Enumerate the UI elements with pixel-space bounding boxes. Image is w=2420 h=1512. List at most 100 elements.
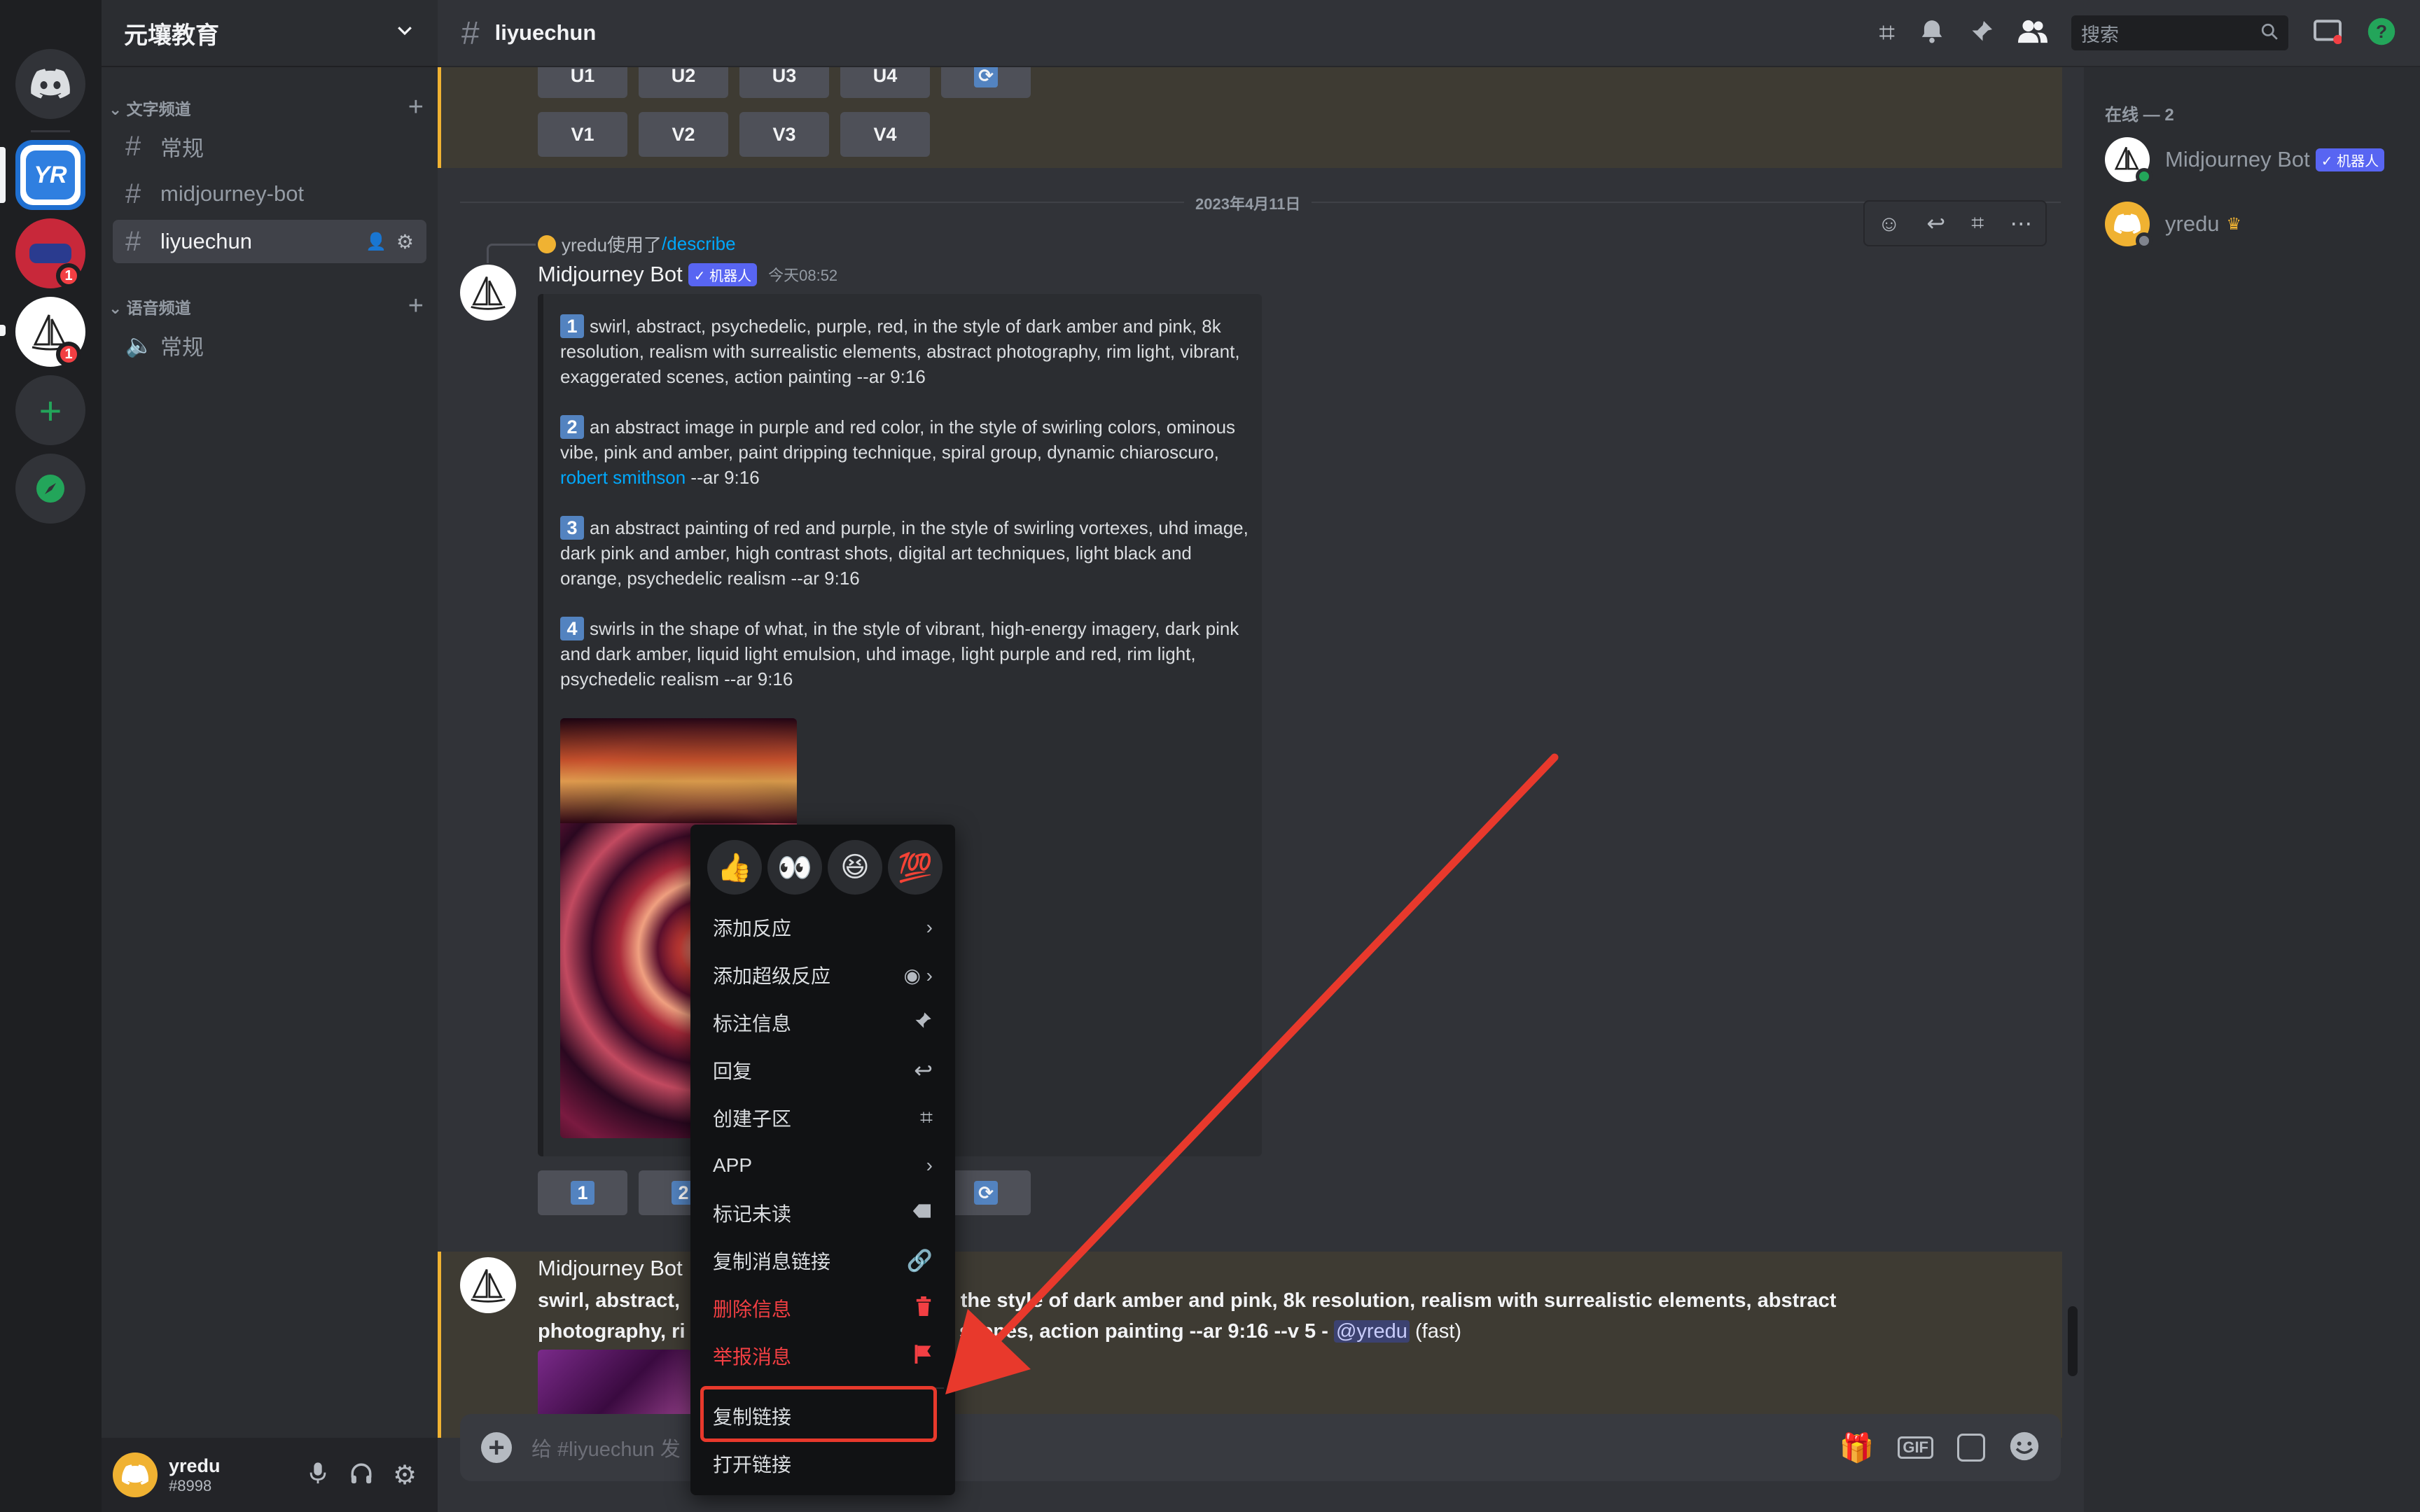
headphones-icon[interactable] <box>340 1462 383 1489</box>
gear-icon[interactable]: ⚙ <box>396 230 414 253</box>
variation-button[interactable]: V1 <box>538 112 627 157</box>
member-name: Midjourney Bot <box>2165 147 2310 172</box>
menu-delete-message[interactable]: 删除信息 <box>702 1287 944 1330</box>
member-item[interactable]: Midjourney Bot ✓ 机器人 <box>2105 132 2385 188</box>
number-icon: 3 <box>560 516 584 540</box>
search-icon <box>2260 22 2279 44</box>
channel-label: liyuechun <box>160 229 252 253</box>
avatar[interactable] <box>460 265 516 321</box>
variation-button[interactable]: V2 <box>639 112 728 157</box>
author-name[interactable]: Midjourney Bot <box>538 262 683 287</box>
add-attachment-icon[interactable]: + <box>481 1432 512 1463</box>
menu-pin-message[interactable]: 标注信息 <box>702 1001 944 1044</box>
menu-reply[interactable]: 回复 ↩ <box>702 1049 944 1092</box>
guild-name: 元壤教育 <box>124 22 219 49</box>
emoji-icon[interactable] <box>2009 1431 2040 1465</box>
member-name: yredu <box>2165 211 2220 236</box>
avatar <box>2105 137 2153 185</box>
inbox-icon[interactable] <box>2314 19 2343 48</box>
pin-icon[interactable] <box>1969 19 1994 48</box>
voice-channel-general[interactable]: 🔈 常规 <box>113 323 426 367</box>
date-divider-label: 2023年4月11日 <box>1184 192 1312 214</box>
chevron-down-icon: ⌄ <box>109 298 127 317</box>
reply-icon[interactable]: ↩ <box>1926 210 1945 237</box>
invite-icon[interactable]: 👤 <box>366 232 387 252</box>
message-hover-toolbar: ☺ ↩ ⌗ ⋯ <box>1863 200 2047 246</box>
username: yredu <box>169 1455 221 1476</box>
channel-midjourney-bot[interactable]: # midjourney-bot <box>113 172 426 216</box>
avatar <box>538 234 556 253</box>
embed-description: 1 swirl, abstract, psychedelic, purple, r… <box>560 314 1253 692</box>
message-header: Midjourney Bot ✓ 机器人 今天08:52 <box>538 262 837 287</box>
server-yuanrang-icon[interactable]: YR <box>15 140 85 210</box>
unread-badge: 1 <box>56 342 81 367</box>
category-text-channels[interactable]: ⌄ 文字频道 + <box>109 92 424 122</box>
channel-title: liyuechun <box>494 20 597 45</box>
hash-icon: # <box>461 15 480 51</box>
avatar[interactable] <box>113 1452 158 1497</box>
settings-gear-icon[interactable]: ⚙ <box>383 1460 426 1491</box>
member-section-header: 在线 — 2 <box>2105 106 2174 125</box>
menu-add-super-reaction[interactable]: 添加超级反应 ◉ › <box>702 953 944 997</box>
menu-mark-unread[interactable]: 标记未读 <box>702 1191 944 1235</box>
add-channel-icon[interactable]: + <box>408 291 424 321</box>
menu-label: 打开链接 <box>713 1454 792 1476</box>
scrollbar-thumb[interactable] <box>2068 1306 2078 1376</box>
menu-report-message[interactable]: 举报消息 <box>702 1334 944 1378</box>
prompt-link[interactable]: robert smithson <box>560 467 686 488</box>
reply-reference[interactable]: yredu使用了 /describe <box>538 231 736 257</box>
author-name[interactable]: Midjourney Bot <box>538 1256 683 1281</box>
add-server-icon[interactable]: + <box>15 375 85 445</box>
menu-add-reaction[interactable]: 添加反应 › <box>702 906 944 949</box>
slash-command-link[interactable]: /describe <box>662 233 736 255</box>
menu-copy-message-link[interactable]: 复制消息链接 🔗 <box>702 1239 944 1282</box>
bell-icon[interactable] <box>1919 18 1945 48</box>
gif-icon[interactable]: GIF <box>1898 1436 1933 1459</box>
message-text: photography, ri <box>538 1320 686 1343</box>
upscale-button[interactable]: U2 <box>639 67 728 98</box>
threads-icon[interactable]: ⌗ <box>1879 18 1895 49</box>
menu-label: 回复 <box>713 1060 753 1082</box>
sticker-icon[interactable] <box>1957 1434 1985 1462</box>
variation-button[interactable]: V3 <box>739 112 829 157</box>
upscale-button[interactable]: U3 <box>739 67 829 98</box>
category-voice-channels[interactable]: ⌄ 语音频道 + <box>109 291 424 321</box>
member-item[interactable]: yredu ♛ <box>2105 196 2241 252</box>
upscale-button[interactable]: U1 <box>538 67 627 98</box>
menu-open-link[interactable]: 打开链接 <box>702 1442 944 1485</box>
more-icon[interactable]: ⋯ <box>2010 210 2032 237</box>
add-channel-icon[interactable]: + <box>408 92 424 122</box>
member-list: 在线 — 2 Midjourney Bot ✓ 机器人 yredu ♛ <box>2084 67 2420 1512</box>
menu-create-thread[interactable]: 创建子区 ⌗ <box>702 1096 944 1140</box>
discord-home-icon[interactable] <box>15 49 85 119</box>
gift-icon[interactable]: 🎁 <box>1840 1432 1875 1464</box>
crown-icon: ♛ <box>2226 214 2242 234</box>
thread-icon[interactable]: ⌗ <box>1971 210 1984 237</box>
add-reaction-icon[interactable]: ☺ <box>1878 211 1901 237</box>
prompt-item: 2 an abstract image in purple and red col… <box>560 414 1253 490</box>
menu-label: APP <box>713 1154 753 1176</box>
member-list-icon[interactable] <box>2018 18 2047 48</box>
variation-button[interactable]: V4 <box>840 112 930 157</box>
number-icon: 1 <box>571 1181 594 1205</box>
help-icon[interactable]: ? <box>2367 17 2396 50</box>
quick-reaction-laugh[interactable]: 😆 <box>828 840 882 895</box>
reroll-button[interactable]: ⟳ <box>941 67 1031 98</box>
category-label: 文字频道 <box>126 99 191 118</box>
number-icon: 1 <box>560 314 584 338</box>
prompt-select-button[interactable]: 1 <box>538 1170 627 1215</box>
menu-apps[interactable]: APP › <box>702 1144 944 1187</box>
channel-general[interactable]: # 常规 <box>113 125 426 168</box>
guild-header[interactable]: 元壤教育 <box>102 0 438 67</box>
quick-reaction-thumbs-up[interactable]: 👍 <box>707 840 762 895</box>
quick-reaction-eyes[interactable]: 👀 <box>767 840 822 895</box>
menu-label: 添加超级反应 <box>713 965 831 987</box>
upscale-button[interactable]: U4 <box>840 67 930 98</box>
explore-compass-icon[interactable] <box>15 454 85 524</box>
avatar[interactable] <box>460 1257 516 1313</box>
channel-liyuechun[interactable]: # liyuechun 👤 ⚙ <box>113 220 426 263</box>
bot-badge: ✓ 机器人 <box>688 262 758 286</box>
timestamp: 今天08:52 <box>768 267 838 284</box>
microphone-icon[interactable] <box>296 1462 340 1489</box>
search-input[interactable]: 搜索 <box>2071 15 2288 50</box>
